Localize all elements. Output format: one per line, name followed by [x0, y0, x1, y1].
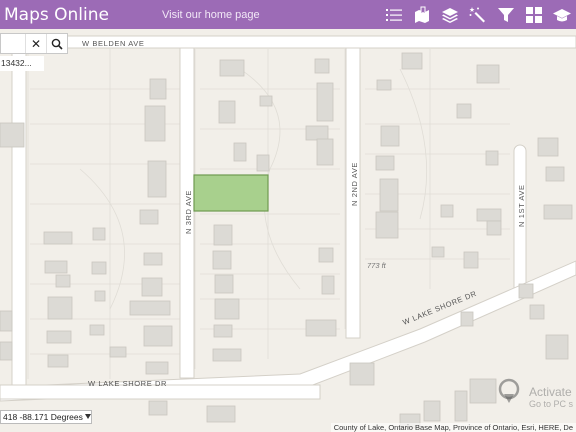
- search-icon: [51, 38, 63, 50]
- map-view[interactable]: W BELDEN AVE N 3RD AVE N 2ND AVE N 1ST A…: [0, 29, 576, 432]
- grid-icon: [526, 6, 542, 23]
- road-label-2nd: N 2ND AVE: [350, 162, 359, 206]
- tool-apps[interactable]: [520, 0, 548, 29]
- magic-select-icon: [469, 6, 485, 22]
- map-attribution: County of Lake, Ontario Base Map, Provin…: [330, 423, 576, 432]
- tool-layer-list[interactable]: [380, 0, 408, 29]
- app-title: Maps Online: [4, 4, 109, 25]
- tool-bookmarks[interactable]: [408, 0, 436, 29]
- search-box: ✕: [0, 33, 68, 54]
- layers-icon: [442, 7, 458, 23]
- toolbar: [380, 0, 576, 29]
- close-icon: ✕: [30, 36, 42, 51]
- coordinate-toggle-icon[interactable]: [84, 412, 92, 422]
- esri-logo-icon: [498, 378, 520, 403]
- tool-filter[interactable]: [492, 0, 520, 29]
- road-label-lake-shore-lower: W LAKE SHORE DR: [88, 379, 167, 388]
- coordinate-readout: 418 -88.171 Degrees: [0, 410, 92, 424]
- filter-icon: [498, 7, 514, 22]
- elevation-label: 773 ft: [367, 261, 387, 270]
- road-label-3rd: N 3RD AVE: [184, 190, 193, 234]
- clear-search-button[interactable]: ✕: [25, 34, 46, 53]
- graduation-cap-icon: [553, 8, 571, 21]
- bookmark-map-icon: [415, 6, 429, 23]
- tool-basemap[interactable]: [436, 0, 464, 29]
- map-canvas[interactable]: W BELDEN AVE N 3RD AVE N 2ND AVE N 1ST A…: [0, 29, 576, 432]
- top-bar: Maps Online Visit our home page: [0, 0, 576, 29]
- road-label-1st: N 1ST AVE: [517, 184, 526, 227]
- search-input[interactable]: [1, 34, 25, 53]
- tool-select[interactable]: [464, 0, 492, 29]
- selected-parcel[interactable]: [193, 174, 269, 212]
- road-label-belden: W BELDEN AVE: [82, 39, 145, 48]
- layer-list-icon: [386, 8, 402, 21]
- home-page-link[interactable]: Visit our home page: [162, 9, 362, 21]
- search-button[interactable]: [46, 34, 67, 53]
- tool-help[interactable]: [548, 0, 576, 29]
- search-result-hint[interactable]: 13432...: [0, 56, 44, 71]
